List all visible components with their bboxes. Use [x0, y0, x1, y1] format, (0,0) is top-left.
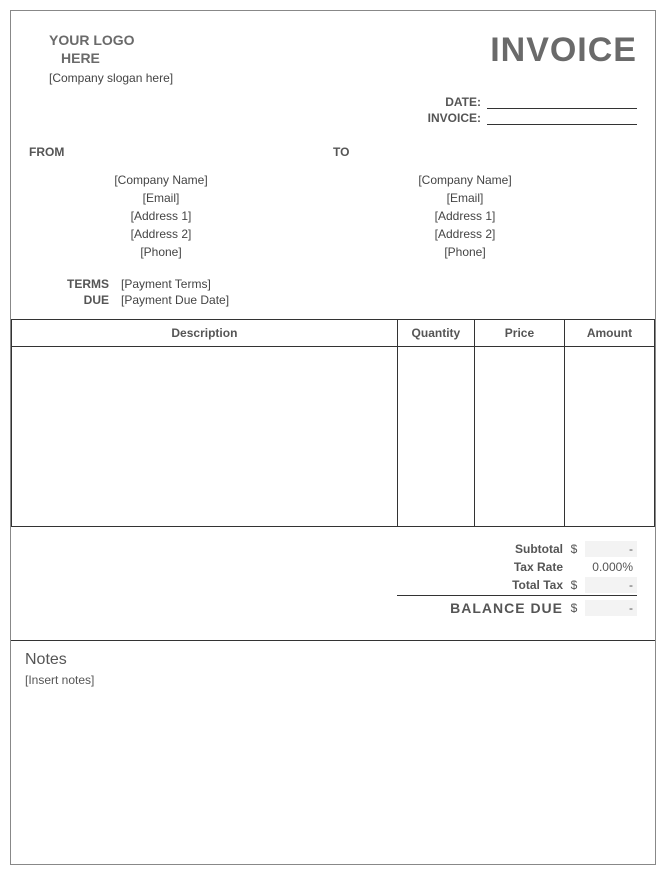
cell-price[interactable]	[474, 346, 564, 526]
totals-block: Subtotal $ - Tax Rate 0.000% Total Tax $…	[11, 527, 655, 628]
to-heading: TO	[333, 145, 637, 159]
cell-amount[interactable]	[564, 346, 654, 526]
terms-value: [Payment Terms]	[121, 277, 211, 291]
to-lines: [Company Name] [Email] [Address 1] [Addr…	[333, 171, 637, 261]
to-company: [Company Name]	[333, 171, 597, 189]
terms-row: TERMS [Payment Terms]	[29, 277, 637, 291]
logo-line1: YOUR LOGO	[49, 31, 343, 49]
table-row	[12, 346, 655, 526]
totaltax-currency: $	[563, 578, 585, 592]
due-value: [Payment Due Date]	[121, 293, 229, 307]
balance-value: -	[585, 600, 637, 616]
from-phone: [Phone]	[29, 243, 293, 261]
col-quantity: Quantity	[397, 319, 474, 346]
balance-label: BALANCE DUE	[413, 600, 563, 616]
meta-block: DATE: INVOICE:	[11, 87, 655, 125]
totaltax-row: Total Tax $ -	[29, 577, 637, 593]
subtotal-label: Subtotal	[463, 542, 563, 556]
totaltax-value: -	[585, 577, 637, 593]
col-price: Price	[474, 319, 564, 346]
from-lines: [Company Name] [Email] [Address 1] [Addr…	[29, 171, 333, 261]
balance-row: BALANCE DUE $ -	[29, 600, 637, 616]
invoice-page: YOUR LOGO HERE [Company slogan here] INV…	[10, 10, 656, 865]
taxrate-label: Tax Rate	[463, 560, 563, 574]
invoice-number-label: INVOICE:	[428, 111, 481, 125]
subtotal-row: Subtotal $ -	[29, 541, 637, 557]
date-field[interactable]	[487, 95, 637, 109]
notes-title: Notes	[25, 651, 641, 669]
notes-body[interactable]: [Insert notes]	[25, 673, 641, 687]
col-description: Description	[12, 319, 398, 346]
invoice-number-field[interactable]	[487, 111, 637, 125]
terms-label: TERMS	[29, 277, 109, 291]
balance-currency: $	[563, 601, 585, 615]
terms-block: TERMS [Payment Terms] DUE [Payment Due D…	[11, 271, 655, 319]
totaltax-label: Total Tax	[463, 578, 563, 592]
from-company: [Company Name]	[29, 171, 293, 189]
title-block: INVOICE	[343, 31, 637, 87]
invoice-number-row: INVOICE:	[29, 111, 637, 125]
due-label: DUE	[29, 293, 109, 307]
company-slogan: [Company slogan here]	[49, 71, 343, 87]
from-email: [Email]	[29, 189, 293, 207]
due-row: DUE [Payment Due Date]	[29, 293, 637, 307]
subtotal-value: -	[585, 541, 637, 557]
date-row: DATE:	[29, 95, 637, 109]
col-amount: Amount	[564, 319, 654, 346]
items-header-row: Description Quantity Price Amount	[12, 319, 655, 346]
notes-block: Notes [Insert notes]	[11, 641, 655, 697]
totals-divider	[397, 595, 637, 596]
items-table: Description Quantity Price Amount	[11, 319, 655, 527]
date-label: DATE:	[445, 95, 481, 109]
logo-line2: HERE	[49, 49, 343, 67]
cell-description[interactable]	[12, 346, 398, 526]
header-row: YOUR LOGO HERE [Company slogan here] INV…	[11, 11, 655, 87]
from-heading: FROM	[29, 145, 333, 159]
from-address2: [Address 2]	[29, 225, 293, 243]
taxrate-value: 0.000%	[585, 559, 637, 575]
to-email: [Email]	[333, 189, 597, 207]
cell-quantity[interactable]	[397, 346, 474, 526]
invoice-title: INVOICE	[343, 31, 637, 70]
address-section: FROM [Company Name] [Email] [Address 1] …	[11, 127, 655, 271]
from-column: FROM [Company Name] [Email] [Address 1] …	[29, 145, 333, 261]
logo-block: YOUR LOGO HERE [Company slogan here]	[29, 31, 343, 87]
to-phone: [Phone]	[333, 243, 597, 261]
subtotal-currency: $	[563, 542, 585, 556]
to-address1: [Address 1]	[333, 207, 597, 225]
taxrate-row: Tax Rate 0.000%	[29, 559, 637, 575]
from-address1: [Address 1]	[29, 207, 293, 225]
to-column: TO [Company Name] [Email] [Address 1] [A…	[333, 145, 637, 261]
to-address2: [Address 2]	[333, 225, 597, 243]
